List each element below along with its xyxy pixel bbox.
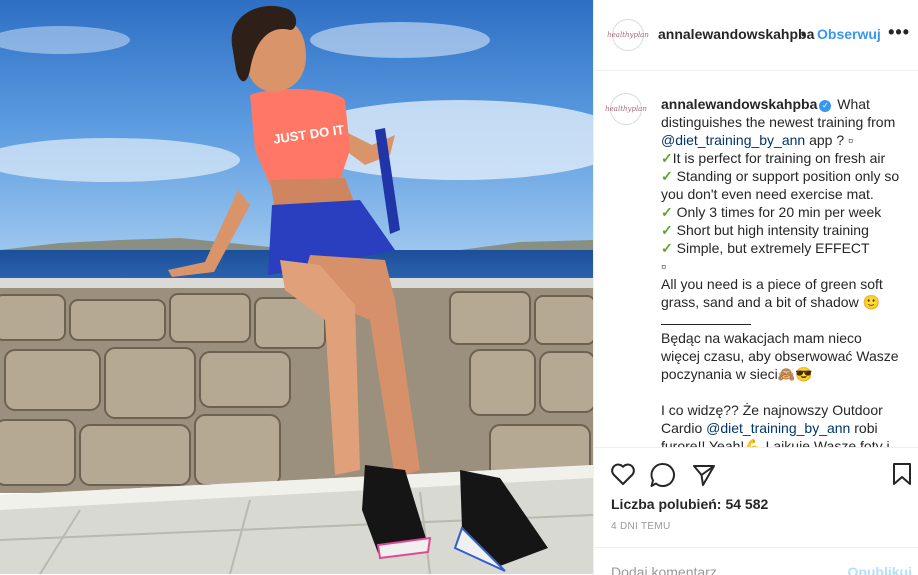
checkmark-icon: ✓: [661, 204, 673, 220]
likes-count[interactable]: Liczba polubień: 54 582: [611, 496, 768, 512]
comment-icon[interactable]: [650, 462, 676, 493]
caption-bullet: Simple, but extremely EFFECT: [676, 240, 870, 256]
caption-line-1b: app ? ▫: [809, 132, 853, 148]
caption-pl-1: Będąc na wakacjach mam nieco więcej czas…: [661, 330, 899, 382]
caption-bullet: Short but high intensity training: [676, 222, 869, 238]
avatar[interactable]: healthyplan: [607, 19, 649, 51]
caption-square: ▫: [661, 258, 666, 274]
separator-dot: •: [801, 26, 806, 42]
avatar-logo-text: healthyplan: [607, 31, 649, 39]
comment-form: Opublikuj: [594, 547, 918, 575]
mention-link[interactable]: @diet_training_by_ann: [706, 420, 850, 436]
caption-text: annalewandowskahpba ✓ What distinguishes …: [661, 95, 901, 447]
verified-badge-icon: ✓: [819, 100, 832, 112]
username-link[interactable]: annalewandowskahpba: [658, 26, 814, 42]
checkmark-icon: ✓: [661, 150, 673, 166]
post-photo[interactable]: JUST DO IT: [0, 0, 593, 574]
avatar-logo-text: healthyplan: [605, 105, 647, 113]
caption-avatar[interactable]: healthyplan: [605, 93, 647, 125]
bookmark-icon[interactable]: [892, 462, 912, 491]
checkmark-icon: ✓: [661, 168, 673, 184]
caption-area[interactable]: healthyplan annalewandowskahpba ✓ What di…: [594, 71, 918, 447]
caption-bullet: Only 3 times for 20 min per week: [676, 204, 882, 220]
follow-button[interactable]: Obserwuj: [817, 26, 881, 42]
checkmark-icon: ✓: [661, 240, 673, 256]
post-photo-illustration: JUST DO IT: [0, 0, 593, 574]
mention-link[interactable]: @diet_training_by_ann: [661, 132, 805, 148]
likes-number: 54 582: [725, 496, 769, 512]
checkmark-icon: ✓: [661, 222, 673, 238]
post-side-panel: healthyplan annalewandowskahpba • Obserw…: [593, 0, 918, 575]
comment-input[interactable]: [611, 564, 831, 575]
post-header: healthyplan annalewandowskahpba • Obserw…: [594, 0, 918, 71]
post-timestamp[interactable]: 4 DNI TEMU: [611, 521, 671, 532]
caption-username-link[interactable]: annalewandowskahpba: [661, 96, 817, 112]
more-options-icon[interactable]: •••: [888, 22, 910, 43]
caption-line-2: All you need is a piece of green soft gr…: [661, 276, 883, 310]
post-actions: Liczba polubień: 54 582 4 DNI TEMU: [594, 447, 918, 548]
likes-label: Liczba polubień:: [611, 496, 722, 512]
post-comment-button[interactable]: Opublikuj: [847, 564, 912, 575]
caption-bullet: Standing or support position only so you…: [661, 168, 900, 202]
share-icon[interactable]: [692, 463, 716, 492]
caption-bullet: It is perfect for training on fresh air: [672, 150, 886, 166]
heart-icon[interactable]: [610, 462, 636, 491]
caption-divider: [661, 324, 751, 325]
